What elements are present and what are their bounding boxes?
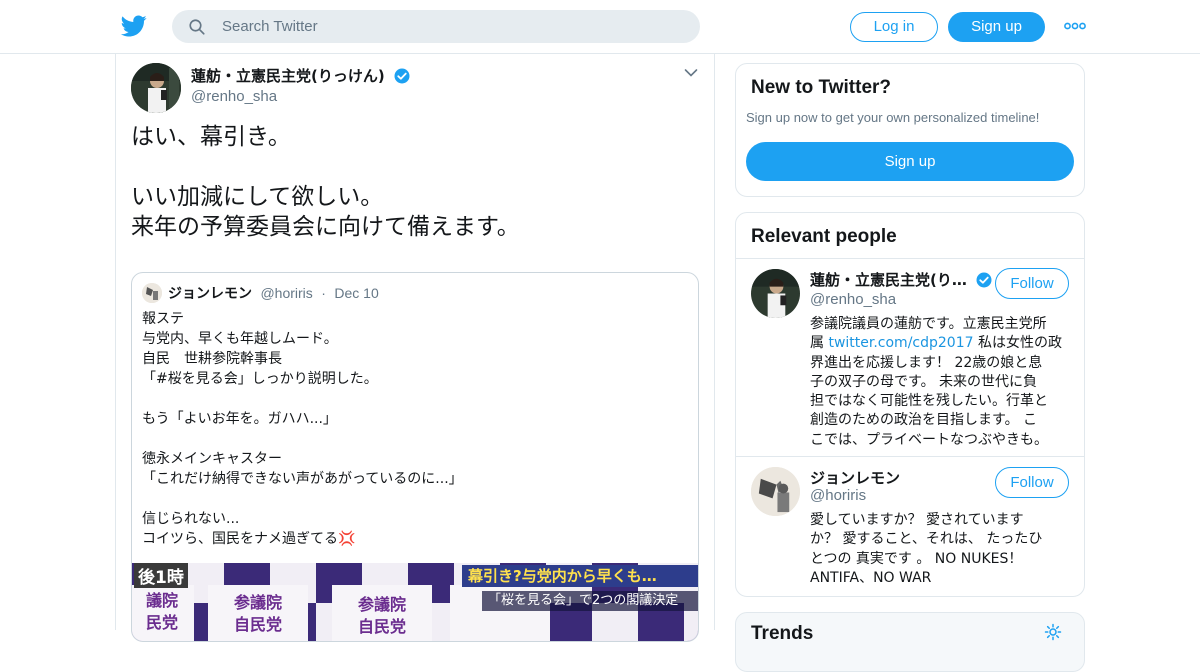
bio-line: 担ではなく可能性を残したい。行革と (810, 393, 1048, 410)
quoted-tweet-media[interactable]: 後1時 議院 民党 参議院 自民党 参議院 自民党 幕引き?与党内から早くも… … (132, 563, 698, 641)
quoted-author-name: ジョンレモン (168, 286, 252, 302)
news-chyron: 幕引き?与党内から早くも… (462, 565, 698, 587)
backdrop-sign-text: 民党 (145, 613, 178, 632)
backdrop-sign-text: 参議院 (233, 593, 282, 612)
quoted-text-line (142, 389, 687, 409)
bio-link[interactable]: twitter.com/cdp2017 (828, 335, 973, 351)
quoted-tweet-text: 報ステ 与党内、早くも年越しムード。 自民 世耕参院幹事長 「#桜を見る会」しっ… (142, 309, 687, 549)
tweet-column: 蓮舫・立憲民主党(りっけん) @renho_sha はい、幕引き。 いい加減にし… (115, 54, 715, 642)
quoted-author-avatar (142, 283, 162, 303)
quoted-tweet-header: ジョンレモン @horiris · Dec 10 (168, 283, 379, 303)
backdrop-sign-text: 自民党 (357, 617, 406, 636)
quoted-text-line: 徳永メインキャスター (142, 451, 282, 467)
bio-line: 愛していますか？ 愛されています (810, 512, 1024, 528)
search-icon (189, 19, 205, 35)
quoted-text-line: 報ステ (142, 311, 184, 327)
quoted-text-line (142, 429, 687, 449)
quoted-text-line: コイツら、国民をナメ過ぎてる💢 (142, 531, 356, 547)
quoted-text-line (142, 489, 687, 509)
twitter-bird-icon[interactable] (120, 13, 148, 39)
search-bar[interactable] (172, 10, 700, 43)
bio-line: こでは、プライベートなつぶやきも。 (810, 431, 1048, 448)
trends-card: Trends (735, 612, 1085, 672)
tweet-text: はい、幕引き。 いい加減にして欲しい。 来年の予算委員会に向けて備えます。 (131, 122, 701, 242)
bio-line: 界進出を応援します！ 22歳の娘と息 (810, 354, 1043, 371)
news-subchyron: 「桜を見る会」で2つの閣議決定 (482, 591, 698, 611)
quoted-author-handle: @horiris (260, 285, 313, 301)
person-name-text[interactable]: 蓮舫・立憲民主党(り… (810, 271, 967, 289)
divider (736, 258, 1084, 259)
person-handle[interactable]: @horiris (810, 487, 866, 504)
tweet-text-line: 来年の予算委員会に向けて備えます。 (131, 214, 520, 240)
quoted-text-line: 「これだけ納得できない声があがっているのに...」 (142, 471, 463, 487)
top-navigation-bar: Log in Sign up (0, 0, 1200, 54)
bio-line: か？ 愛すること、それは、 たったひ (810, 531, 1043, 548)
new-to-twitter-title: New to Twitter? (751, 77, 892, 98)
new-to-twitter-card: New to Twitter? Sign up now to get your … (735, 63, 1085, 197)
verified-badge-icon (976, 272, 992, 288)
relevant-people-card: Relevant people 蓮舫・立憲民主党(り… @renho_sha F… (735, 212, 1085, 597)
person-bio: 愛していますか？ 愛されています か？ 愛すること、それは、 たったひ とつの … (810, 511, 1072, 588)
person-name[interactable]: ジョンレモン (810, 467, 900, 488)
verified-badge-icon (394, 68, 410, 84)
new-to-twitter-subtitle: Sign up now to get your own personalized… (746, 110, 1040, 125)
bio-line-tail: 私は女性の政 (973, 335, 1062, 352)
person-handle[interactable]: @renho_sha (810, 291, 896, 308)
backdrop-sign-text: 議院 (145, 591, 178, 610)
person-name[interactable]: 蓮舫・立憲民主党(り… (810, 269, 993, 290)
backdrop-sign-text: 参議院 (357, 595, 406, 614)
search-input[interactable] (222, 10, 682, 43)
more-options-icon[interactable] (1064, 20, 1086, 32)
bio-line: ANTIFA、NO WAR (810, 569, 932, 586)
trends-title: Trends (751, 623, 814, 644)
person-avatar[interactable] (751, 269, 800, 318)
signup-button[interactable]: Sign up (948, 12, 1045, 42)
broadcast-time: 後1時 (134, 563, 188, 588)
quoted-tweet[interactable]: ジョンレモン @horiris · Dec 10 報ステ 与党内、早くも年越しム… (131, 272, 699, 642)
bio-line-head: 属 (810, 335, 829, 352)
author-name-text[interactable]: 蓮舫・立憲民主党(りっけん) (191, 67, 385, 85)
login-button[interactable]: Log in (850, 12, 938, 42)
quoted-date: Dec 10 (334, 285, 379, 301)
bio-line: 創造のための政治を目指します。 こ (810, 412, 1038, 429)
sidebar-signup-button[interactable]: Sign up (746, 142, 1074, 181)
author-handle[interactable]: @renho_sha (191, 88, 277, 105)
bio-line: とつの 真実です 。 NO NUKES！ (810, 550, 1023, 567)
tweet-text-line (131, 152, 701, 182)
quoted-text-line: 信じられない... (142, 511, 240, 527)
tweet-text-line: いい加減にして欲しい。 (131, 184, 384, 210)
quoted-text-line: 「#桜を見る会」しっかり説明した。 (142, 371, 378, 387)
quoted-text-line: もう「よいお年を。ガハハ...」 (142, 411, 337, 427)
quoted-separator: · (321, 285, 326, 301)
tweet-text-line: はい、幕引き。 (131, 124, 291, 150)
follow-button[interactable]: Follow (995, 467, 1069, 498)
backdrop-sign-text: 自民党 (233, 615, 282, 634)
author-name[interactable]: 蓮舫・立憲民主党(りっけん) (191, 65, 411, 86)
person-bio: 参議院議員の蓮舫です。立憲民主党所 属 twitter.com/cdp2017 … (810, 315, 1072, 450)
bio-line: 属 twitter.com/cdp2017 私は女性の政 (810, 334, 1072, 353)
chevron-down-icon[interactable] (684, 68, 698, 78)
author-avatar[interactable] (131, 63, 181, 113)
quoted-text-line: 与党内、早くも年越しムード。 (142, 331, 338, 347)
person-avatar[interactable] (751, 467, 800, 516)
bio-line: 参議院議員の蓮舫です。立憲民主党所 (810, 316, 1047, 332)
follow-button[interactable]: Follow (995, 268, 1069, 299)
quoted-text-line: 自民 世耕参院幹事長 (142, 351, 282, 367)
gear-icon[interactable] (1044, 623, 1062, 641)
bio-line: 子の双子の母です。 未来の世代に負 (810, 373, 1038, 390)
relevant-people-title: Relevant people (751, 226, 897, 247)
divider (736, 456, 1084, 457)
